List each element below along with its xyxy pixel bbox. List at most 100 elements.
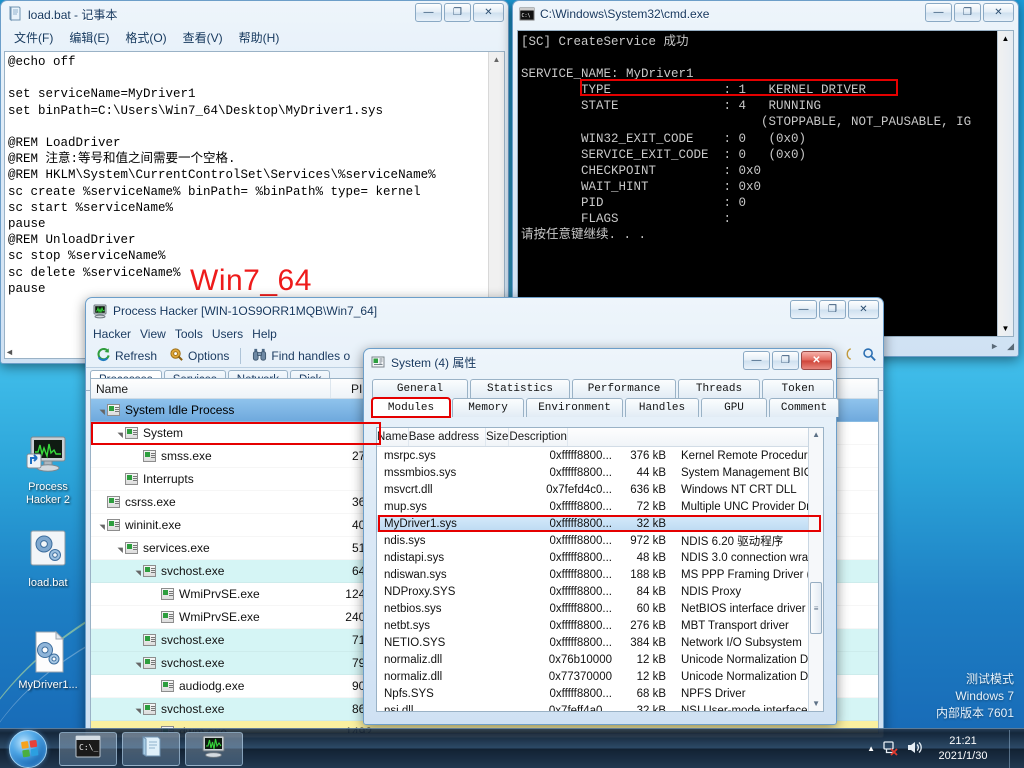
notepad-menu-edit[interactable]: 编辑(E)	[62, 28, 116, 47]
expander-triangle-icon[interactable]: ◢	[134, 658, 142, 668]
sysprops-tabrow-1[interactable]: General Statistics Performance Threads T…	[372, 379, 834, 398]
expander-triangle-icon[interactable]: ◢	[98, 405, 106, 415]
notepad-titlebar[interactable]: load.bat - 记事本 — ❐ ✕	[1, 1, 508, 27]
cmd-console-area[interactable]: [SC] CreateService 成功 SERVICE_NAME: MyDr…	[517, 30, 1014, 337]
options-button[interactable]: Options	[165, 346, 233, 366]
taskbar[interactable]: C:\_ ▲ 21:21 2021/1/30	[0, 728, 1024, 768]
process-hacker-taskbar-button[interactable]	[185, 731, 243, 766]
process-hacker-close-button[interactable]: ✕	[848, 300, 879, 319]
tab-performance[interactable]: Performance	[572, 379, 676, 398]
tray-overflow-button[interactable]: ▲	[867, 744, 875, 753]
table-row[interactable]: ndis.sys 0xfffff8800... 972 kB NDIS 6.20 驱动…	[377, 532, 808, 549]
tab-statistics[interactable]: Statistics	[470, 379, 570, 398]
table-row[interactable]: MyDriver1.sys 0xfffff8800... 32 kB	[377, 515, 809, 532]
sysprops-maximize-button[interactable]: ❐	[772, 351, 799, 370]
menu-help[interactable]: Help	[252, 326, 286, 342]
taskbar-clock[interactable]: 21:21 2021/1/30	[930, 734, 996, 764]
desktop-icon-mydriver1[interactable]: MyDriver1...	[8, 630, 88, 692]
table-row[interactable]: Npfs.SYS 0xfffff8800... 68 kB NPFS Driver	[377, 685, 808, 702]
sysprops-titlebar[interactable]: System (4) 属性 — ❐ ✕	[364, 349, 836, 375]
scroll-up-arrow-icon[interactable]: ▲	[493, 52, 501, 67]
network-error-icon[interactable]	[882, 739, 899, 759]
cmd-close-button[interactable]: ✕	[983, 3, 1014, 22]
table-row[interactable]: netbios.sys 0xfffff8800... 60 kB NetBIOS in…	[377, 600, 808, 617]
menu-users[interactable]: Users	[212, 326, 252, 342]
table-row[interactable]: msrpc.sys 0xfffff8800... 376 kB Kernel Remo…	[377, 447, 808, 464]
sysprops-close-button[interactable]: ✕	[801, 351, 832, 370]
modules-list[interactable]: Name Base address Size Description msrpc…	[376, 427, 824, 712]
speaker-icon[interactable]	[906, 739, 923, 759]
find-handles-button[interactable]: Find handles o	[248, 346, 354, 366]
notepad-menu-help[interactable]: 帮助(H)	[232, 28, 287, 47]
scroll-down-arrow-icon[interactable]: ▼	[1002, 321, 1010, 336]
table-row[interactable]: normaliz.dll 0x76b10000 12 kB Unicode Norma…	[377, 651, 808, 668]
scroll-down-arrow-icon[interactable]: ▼	[812, 697, 820, 711]
notepad-close-button[interactable]: ✕	[473, 3, 504, 22]
show-desktop-button[interactable]	[1009, 729, 1018, 768]
notepad-menu-file[interactable]: 文件(F)	[7, 28, 60, 47]
cmd-window-buttons[interactable]: — ❐ ✕	[925, 3, 1014, 22]
tab-handles[interactable]: Handles	[625, 398, 699, 417]
desktop-icon-process-hacker[interactable]: Process Hacker 2	[8, 432, 88, 507]
menu-tools[interactable]: Tools	[175, 326, 212, 342]
table-row[interactable]: normaliz.dll 0x77370000 12 kB Unicode Norma…	[377, 668, 808, 685]
tab-memory[interactable]: Memory	[452, 398, 524, 417]
cmd-hscroll-right-arrow-icon[interactable]: ►	[990, 341, 999, 351]
refresh-button[interactable]: Refresh	[92, 346, 161, 366]
process-hacker-menubar[interactable]: Hacker View Tools Users Help	[86, 324, 883, 344]
table-row[interactable]: ndistapi.sys 0xfffff8800... 48 kB NDIS 3.0 …	[377, 549, 808, 566]
process-hacker-window-buttons[interactable]: — ❐ ✕	[790, 300, 879, 319]
system-properties-window[interactable]: System (4) 属性 — ❐ ✕ General Statistics P…	[363, 348, 839, 725]
tab-general[interactable]: General	[372, 379, 468, 398]
table-row[interactable]: ndiswan.sys 0xfffff8800... 188 kB MS PPP Fr…	[377, 566, 808, 583]
notepad-taskbar-button[interactable]	[122, 731, 180, 766]
expander-triangle-icon[interactable]: ◢	[134, 566, 142, 576]
desktop-icon-load-bat[interactable]: load.bat	[8, 528, 88, 590]
modules-list-header[interactable]: Name Base address Size Description	[377, 428, 809, 447]
notepad-menu-format[interactable]: 格式(O)	[118, 28, 173, 47]
table-row[interactable]: NETIO.SYS 0xfffff8800... 384 kB Network I/O…	[377, 634, 808, 651]
tab-environment[interactable]: Environment	[526, 398, 623, 417]
cmd-vertical-scrollbar[interactable]: ▲ ▼	[997, 31, 1013, 336]
notepad-window-buttons[interactable]: — ❐ ✕	[415, 3, 504, 22]
tab-modules[interactable]: Modules	[371, 397, 451, 418]
expander-triangle-icon[interactable]: ◢	[116, 543, 124, 553]
sysprops-tabstrip[interactable]: General Statistics Performance Threads T…	[371, 379, 839, 418]
table-row[interactable]: mssmbios.sys 0xfffff8800... 44 kB System Ma…	[377, 464, 808, 481]
search-icon[interactable]	[862, 347, 877, 365]
modules-vertical-scrollbar[interactable]: ▲ ≡ ▼	[808, 428, 823, 711]
notepad-maximize-button[interactable]: ❐	[444, 3, 471, 22]
back-arrow-icon[interactable]	[842, 347, 856, 364]
process-hacker-titlebar[interactable]: Process Hacker [WIN-1OS9ORR1MQB\Win7_64]…	[86, 298, 883, 324]
column-header-name[interactable]: Name	[91, 379, 331, 398]
cmd-minimize-button[interactable]: —	[925, 3, 952, 22]
scroll-up-arrow-icon[interactable]: ▲	[1002, 31, 1010, 46]
scroll-up-arrow-icon[interactable]: ▲	[812, 428, 820, 442]
menu-view[interactable]: View	[140, 326, 175, 342]
sysprops-window-buttons[interactable]: — ❐ ✕	[743, 351, 832, 370]
tab-comment[interactable]: Comment	[769, 398, 839, 417]
expander-triangle-icon[interactable]: ◢	[134, 704, 142, 714]
table-row[interactable]: netbt.sys 0xfffff8800... 276 kB MBT Transpo…	[377, 617, 808, 634]
notepad-menu-view[interactable]: 查看(V)	[176, 28, 230, 47]
notepad-menubar[interactable]: 文件(F) 编辑(E) 格式(O) 查看(V) 帮助(H)	[1, 27, 508, 48]
table-row[interactable]: mup.sys 0xfffff8800... 72 kB Multiple UNC P…	[377, 498, 808, 515]
process-hacker-maximize-button[interactable]: ❐	[819, 300, 846, 319]
cmd-maximize-button[interactable]: ❐	[954, 3, 981, 22]
tab-gpu[interactable]: GPU	[701, 398, 767, 417]
notepad-minimize-button[interactable]: —	[415, 3, 442, 22]
sysprops-tabrow-2[interactable]: Modules Memory Environment Handles GPU C…	[371, 397, 839, 418]
tab-token[interactable]: Token	[762, 379, 834, 398]
column-header-module-name[interactable]: Name	[377, 428, 409, 446]
sysprops-minimize-button[interactable]: —	[743, 351, 770, 370]
table-row[interactable]: msvcrt.dll 0x7fefd4c0... 636 kB Windows NT …	[377, 481, 808, 498]
start-button[interactable]	[2, 729, 54, 768]
expander-triangle-icon[interactable]: ◢	[98, 520, 106, 530]
scrollbar-thumb[interactable]: ≡	[810, 582, 822, 635]
process-hacker-minimize-button[interactable]: —	[790, 300, 817, 319]
column-header-base-address[interactable]: Base address	[409, 428, 487, 446]
expander-triangle-icon[interactable]: ◢	[116, 428, 124, 438]
column-header-description[interactable]: Description	[509, 428, 568, 446]
cmd-taskbar-button[interactable]: C:\_	[59, 731, 117, 766]
column-header-size[interactable]: Size	[486, 428, 510, 446]
